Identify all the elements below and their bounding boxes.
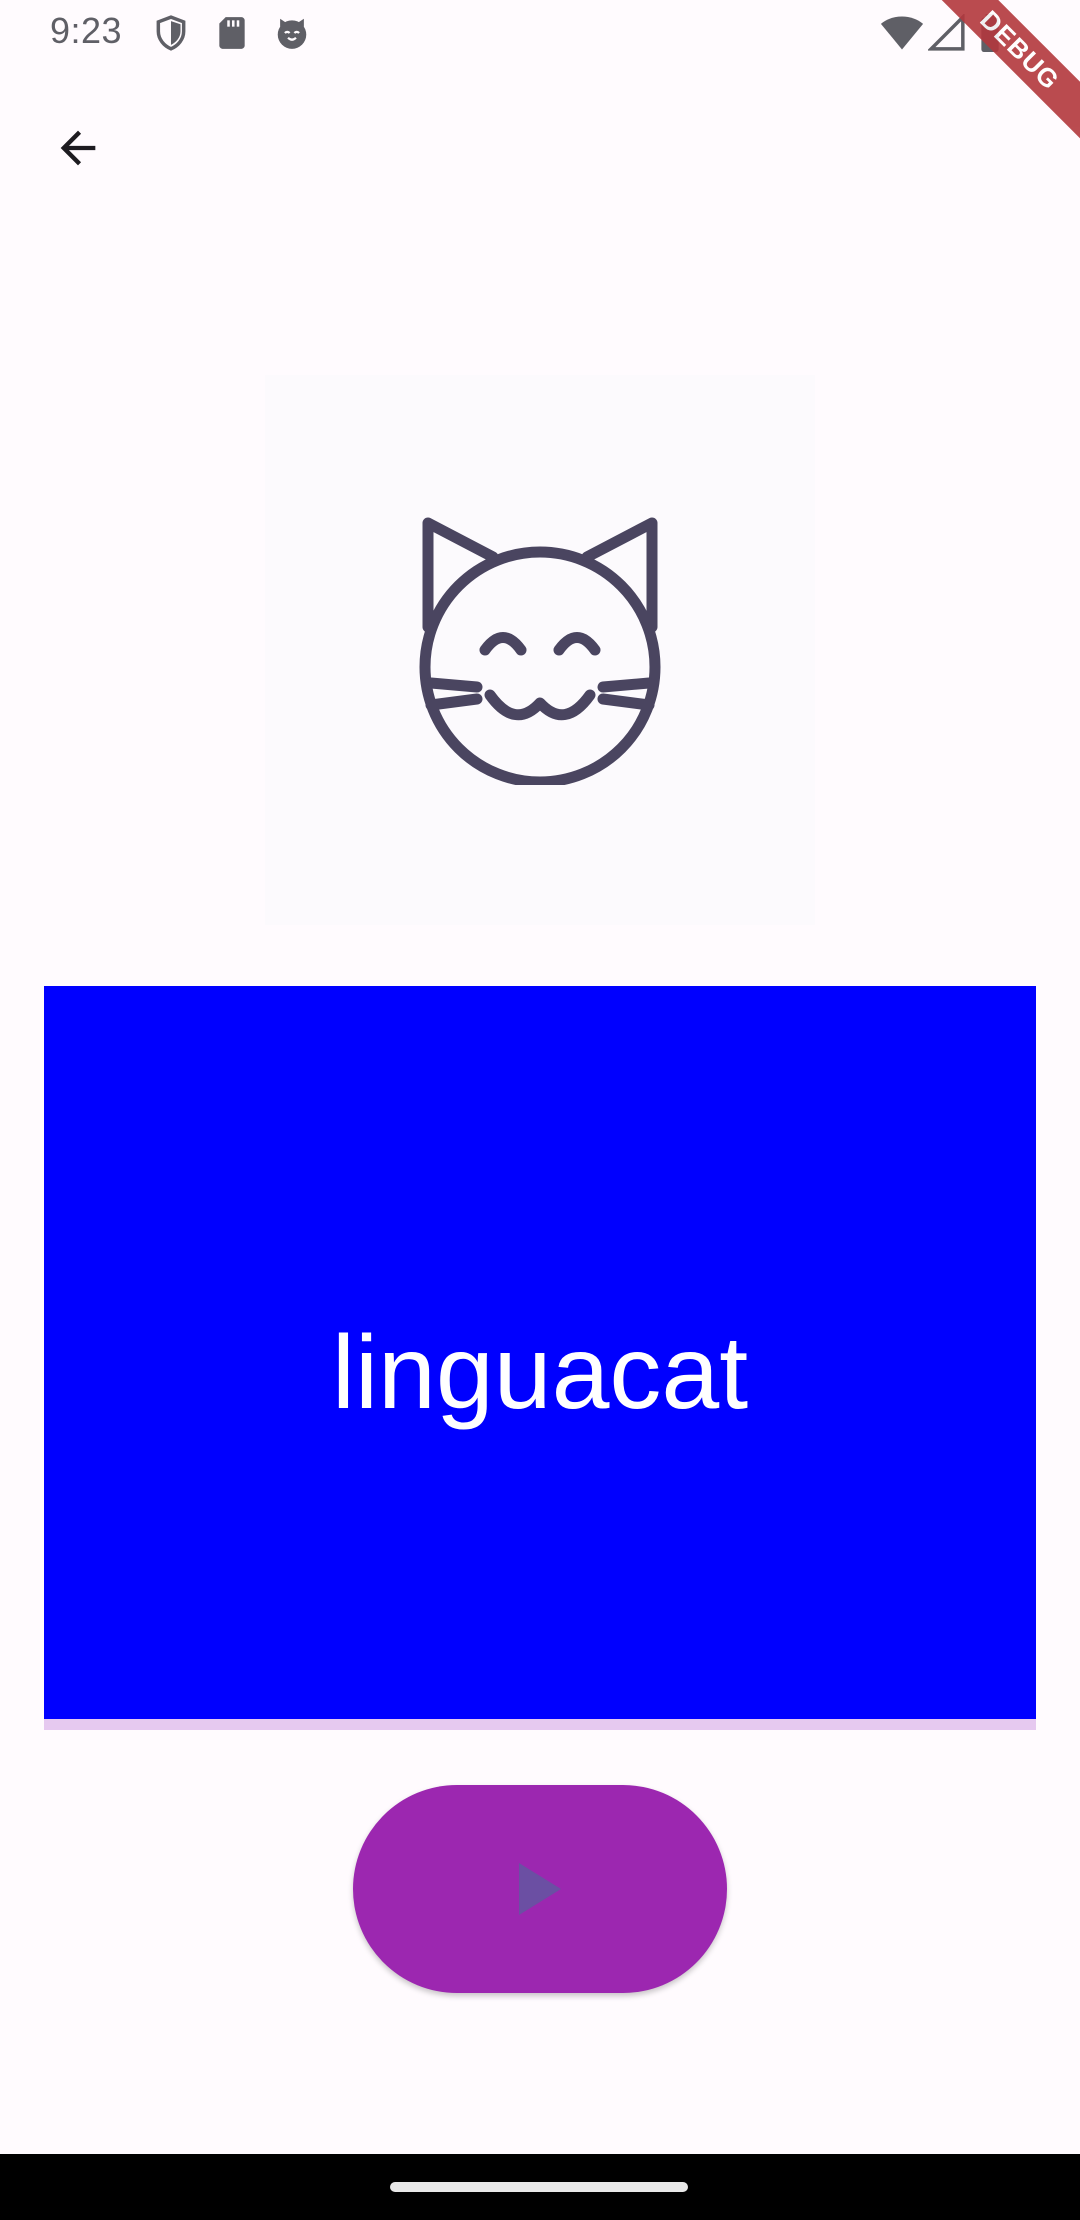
status-time: 9:23 (50, 10, 123, 51)
card-progress-bar (44, 1719, 1036, 1730)
cat-notification-icon (273, 14, 311, 52)
wifi-icon (880, 14, 924, 52)
back-button[interactable] (40, 110, 116, 186)
arrow-back-icon (60, 130, 96, 166)
sd-card-icon (213, 14, 251, 52)
play-icon (519, 1863, 561, 1915)
status-bar: 9:23 (0, 0, 1080, 66)
word-text: linguacat (331, 1314, 749, 1431)
play-button[interactable] (353, 1785, 727, 1993)
signal-icon (926, 12, 966, 52)
cat-face-icon (419, 517, 661, 785)
home-gesture-handle[interactable] (390, 2182, 688, 2192)
shield-icon (152, 14, 190, 52)
word-card[interactable]: linguacat (44, 986, 1036, 1719)
flashcard-image (265, 375, 815, 925)
